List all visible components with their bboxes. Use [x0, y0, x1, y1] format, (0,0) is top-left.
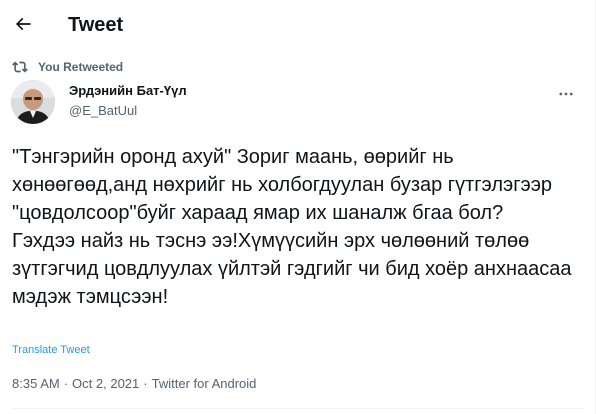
tweet-page: Tweet You Retweeted Эрдэнийн Бат-Үүл @E_… [0, 0, 596, 414]
page-title: Tweet [68, 14, 124, 36]
tweet-date[interactable]: Oct 2, 2021 [72, 376, 139, 392]
avatar-image [11, 80, 55, 124]
translate-tweet-link[interactable]: Translate Tweet [12, 343, 90, 357]
tweet-meta: 8:35 AM · Oct 2, 2021 · Twitter for Andr… [12, 376, 256, 392]
tweet-source[interactable]: Twitter for Android [152, 376, 257, 392]
divider [12, 408, 584, 409]
meta-separator: · [63, 376, 69, 391]
avatar[interactable] [11, 80, 55, 124]
retweet-context: You Retweeted [12, 58, 123, 76]
retweet-icon [12, 61, 28, 73]
author-handle[interactable]: @E_BatUul [69, 103, 137, 119]
tweet-time[interactable]: 8:35 AM [12, 376, 60, 392]
retweet-label[interactable]: You Retweeted [38, 60, 123, 74]
page-header: Tweet [0, 0, 596, 50]
meta-separator: · [143, 376, 148, 391]
author-name[interactable]: Эрдэнийн Бат-Үүл [69, 83, 187, 99]
more-button[interactable] [552, 80, 580, 108]
more-horizontal-icon [559, 92, 573, 96]
arrow-left-icon [15, 17, 31, 31]
tweet-text: "Тэнгэрийн оронд ахуй" Зориг маань, өөри… [12, 146, 572, 308]
back-button[interactable] [6, 7, 40, 41]
